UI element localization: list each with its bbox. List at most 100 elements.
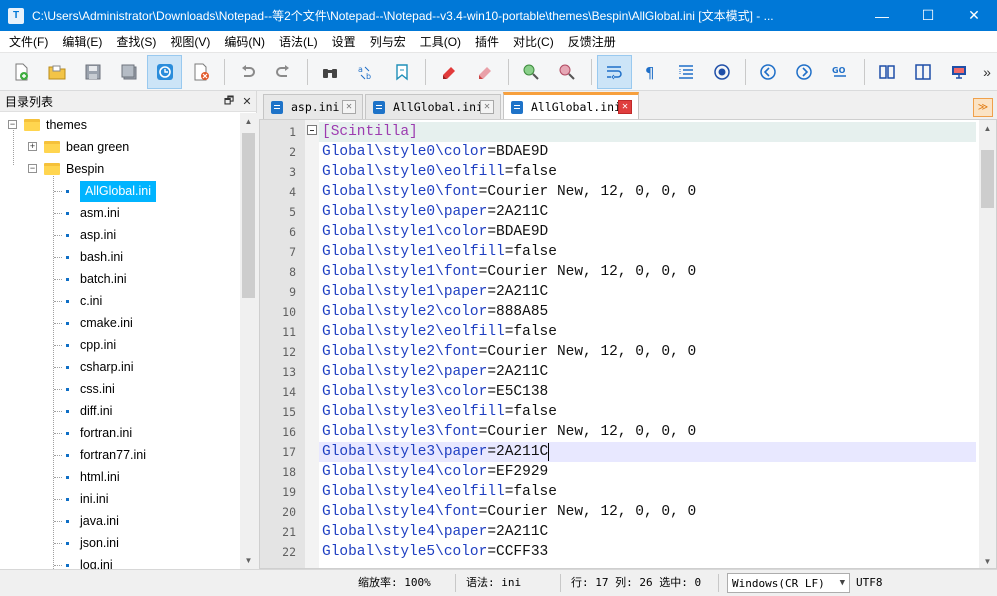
tree-file[interactable]: cpp.ini bbox=[58, 334, 116, 356]
code-line[interactable]: Global\style4\eolfill=false bbox=[322, 482, 557, 502]
scroll-down-icon[interactable]: ▼ bbox=[979, 553, 996, 568]
code-line[interactable]: Global\style4\paper=2A211C bbox=[322, 522, 548, 542]
tab-close-icon[interactable]: ✕ bbox=[342, 100, 356, 114]
tree-file[interactable]: c.ini bbox=[58, 290, 102, 312]
indent-guide-icon[interactable] bbox=[668, 55, 703, 89]
file-switch-icon[interactable] bbox=[147, 54, 183, 89]
menu-item[interactable]: 反馈注册 bbox=[561, 31, 623, 53]
clear-mark-icon[interactable] bbox=[467, 55, 502, 89]
menu-item[interactable]: 插件 bbox=[468, 31, 506, 53]
tree-file[interactable]: csharp.ini bbox=[58, 356, 134, 378]
toolbar-overflow-button[interactable]: » bbox=[977, 55, 997, 89]
undo-icon[interactable] bbox=[230, 55, 265, 89]
tree-folder-themes[interactable]: themes bbox=[24, 114, 87, 136]
code-line[interactable]: Global\style3\font=Courier New, 12, 0, 0… bbox=[322, 422, 696, 442]
code-line[interactable]: Global\style1\font=Courier New, 12, 0, 0… bbox=[322, 262, 696, 282]
code-line[interactable]: Global\style0\paper=2A211C bbox=[322, 202, 548, 222]
tab-menu-button[interactable]: ≫ bbox=[973, 98, 993, 117]
menu-item[interactable]: 工具(O) bbox=[413, 31, 468, 53]
code-line[interactable]: Global\style2\paper=2A211C bbox=[322, 362, 548, 382]
tree-scrollbar[interactable]: ▲ ▼ bbox=[240, 113, 257, 569]
scroll-thumb[interactable] bbox=[242, 133, 255, 298]
editor-scrollbar[interactable]: ▲ ▼ bbox=[979, 120, 996, 568]
fold-toggle-icon[interactable] bbox=[307, 125, 317, 135]
code-line[interactable]: Global\style3\eolfill=false bbox=[322, 402, 557, 422]
redo-icon[interactable] bbox=[266, 55, 301, 89]
menu-item[interactable]: 设置 bbox=[325, 31, 363, 53]
split-view-icon[interactable] bbox=[905, 55, 940, 89]
scroll-down-icon[interactable]: ▼ bbox=[240, 552, 257, 569]
text-editor[interactable]: 1 2 3 4 5 6 7 8 9 10 11 12 13 14 15 16 17 18 19 20 21 22 [Sci… bbox=[259, 119, 997, 569]
collapse-icon[interactable]: − bbox=[28, 164, 37, 173]
tree-file[interactable]: asm.ini bbox=[58, 202, 120, 224]
save-icon[interactable] bbox=[76, 55, 111, 89]
word-wrap-icon[interactable] bbox=[596, 54, 632, 89]
next-icon[interactable] bbox=[787, 55, 822, 89]
zoom-out-icon[interactable] bbox=[550, 55, 585, 89]
tree-file[interactable]: log.ini bbox=[58, 554, 113, 569]
scroll-up-icon[interactable]: ▲ bbox=[979, 120, 996, 137]
tree-file[interactable]: css.ini bbox=[58, 378, 115, 400]
scroll-thumb[interactable] bbox=[981, 150, 994, 208]
tree-file[interactable]: java.ini bbox=[58, 510, 119, 532]
tree-file[interactable]: batch.ini bbox=[58, 268, 127, 290]
compare-icon[interactable] bbox=[870, 55, 905, 89]
minimize-button[interactable]: — bbox=[859, 0, 905, 31]
prev-icon[interactable] bbox=[751, 55, 786, 89]
menu-item[interactable]: 视图(V) bbox=[163, 31, 217, 53]
menu-item[interactable]: 对比(C) bbox=[506, 31, 561, 53]
bookmark-icon[interactable] bbox=[384, 55, 419, 89]
tree-folder[interactable]: Bespin bbox=[44, 158, 104, 180]
code-line[interactable]: Global\style3\color=E5C138 bbox=[322, 382, 548, 402]
code-line[interactable]: Global\style2\font=Courier New, 12, 0, 0… bbox=[322, 342, 696, 362]
tree-file[interactable]: html.ini bbox=[58, 466, 120, 488]
collapse-icon[interactable]: − bbox=[8, 120, 17, 129]
code-line[interactable]: Global\style1\color=BDAE9D bbox=[322, 222, 548, 242]
open-file-icon[interactable] bbox=[40, 55, 75, 89]
tab-close-icon[interactable]: ✕ bbox=[480, 100, 494, 114]
menu-item[interactable]: 查找(S) bbox=[109, 31, 163, 53]
mark-icon[interactable] bbox=[431, 55, 466, 89]
code-line[interactable]: Global\style0\font=Courier New, 12, 0, 0… bbox=[322, 182, 696, 202]
tree-file[interactable]: ini.ini bbox=[58, 488, 109, 510]
panel-float-button[interactable]: 🗗 bbox=[220, 92, 238, 111]
new-file-icon[interactable] bbox=[4, 55, 39, 89]
zoom-in-icon[interactable] bbox=[514, 55, 549, 89]
menu-item[interactable]: 列与宏 bbox=[363, 31, 413, 53]
tree-file[interactable]: json.ini bbox=[58, 532, 119, 554]
code-line[interactable]: Global\style5\color=CCFF33 bbox=[322, 542, 548, 562]
maximize-button[interactable]: ☐ bbox=[905, 0, 951, 31]
code-line[interactable]: [Scintilla] bbox=[322, 122, 418, 142]
tree-file[interactable]: fortran.ini bbox=[58, 422, 132, 444]
tab-asp[interactable]: asp.ini ✕ bbox=[263, 94, 363, 119]
tree-file[interactable]: diff.ini bbox=[58, 400, 112, 422]
scroll-up-icon[interactable]: ▲ bbox=[240, 113, 257, 130]
replace-icon[interactable]: ab bbox=[349, 55, 384, 89]
code-line[interactable]: Global\style0\color=BDAE9D bbox=[322, 142, 548, 162]
code-line[interactable]: Global\style4\font=Courier New, 12, 0, 0… bbox=[322, 502, 696, 522]
expand-icon[interactable]: + bbox=[28, 142, 37, 151]
fold-margin[interactable] bbox=[305, 120, 319, 568]
menu-item[interactable]: 编码(N) bbox=[217, 31, 272, 53]
code-line[interactable]: Global\style1\paper=2A211C bbox=[322, 282, 548, 302]
binoculars-icon[interactable] bbox=[313, 55, 348, 89]
code-line[interactable]: Global\style2\eolfill=false bbox=[322, 322, 557, 342]
record-macro-icon[interactable] bbox=[704, 55, 739, 89]
tab-allglobal[interactable]: AllGlobal.ini ✕ bbox=[503, 92, 639, 119]
menu-item[interactable]: 文件(F) bbox=[2, 31, 55, 53]
menu-item[interactable]: 语法(L) bbox=[272, 31, 325, 53]
tree-file[interactable]: asp.ini bbox=[58, 224, 116, 246]
menu-item[interactable]: 编辑(E) bbox=[55, 31, 109, 53]
tree-file[interactable]: fortran77.ini bbox=[58, 444, 146, 466]
tab-close-icon[interactable]: ✕ bbox=[618, 100, 632, 114]
tree-folder[interactable]: bean green bbox=[44, 136, 129, 158]
panel-close-button[interactable]: ✕ bbox=[238, 95, 256, 108]
tree-file[interactable]: AllGlobal.ini bbox=[58, 180, 157, 202]
tree-file[interactable]: bash.ini bbox=[58, 246, 123, 268]
code-line[interactable]: Global\style0\eolfill=false bbox=[322, 162, 557, 182]
tab-allglobal[interactable]: AllGlobal.ini ✕ bbox=[365, 94, 501, 119]
show-symbols-icon[interactable]: ¶ bbox=[633, 55, 668, 89]
close-window-button[interactable]: ✕ bbox=[951, 0, 997, 31]
code-line[interactable]: Global\style3\paper=2A211C bbox=[322, 442, 548, 462]
goto-icon[interactable]: GO bbox=[823, 55, 858, 89]
